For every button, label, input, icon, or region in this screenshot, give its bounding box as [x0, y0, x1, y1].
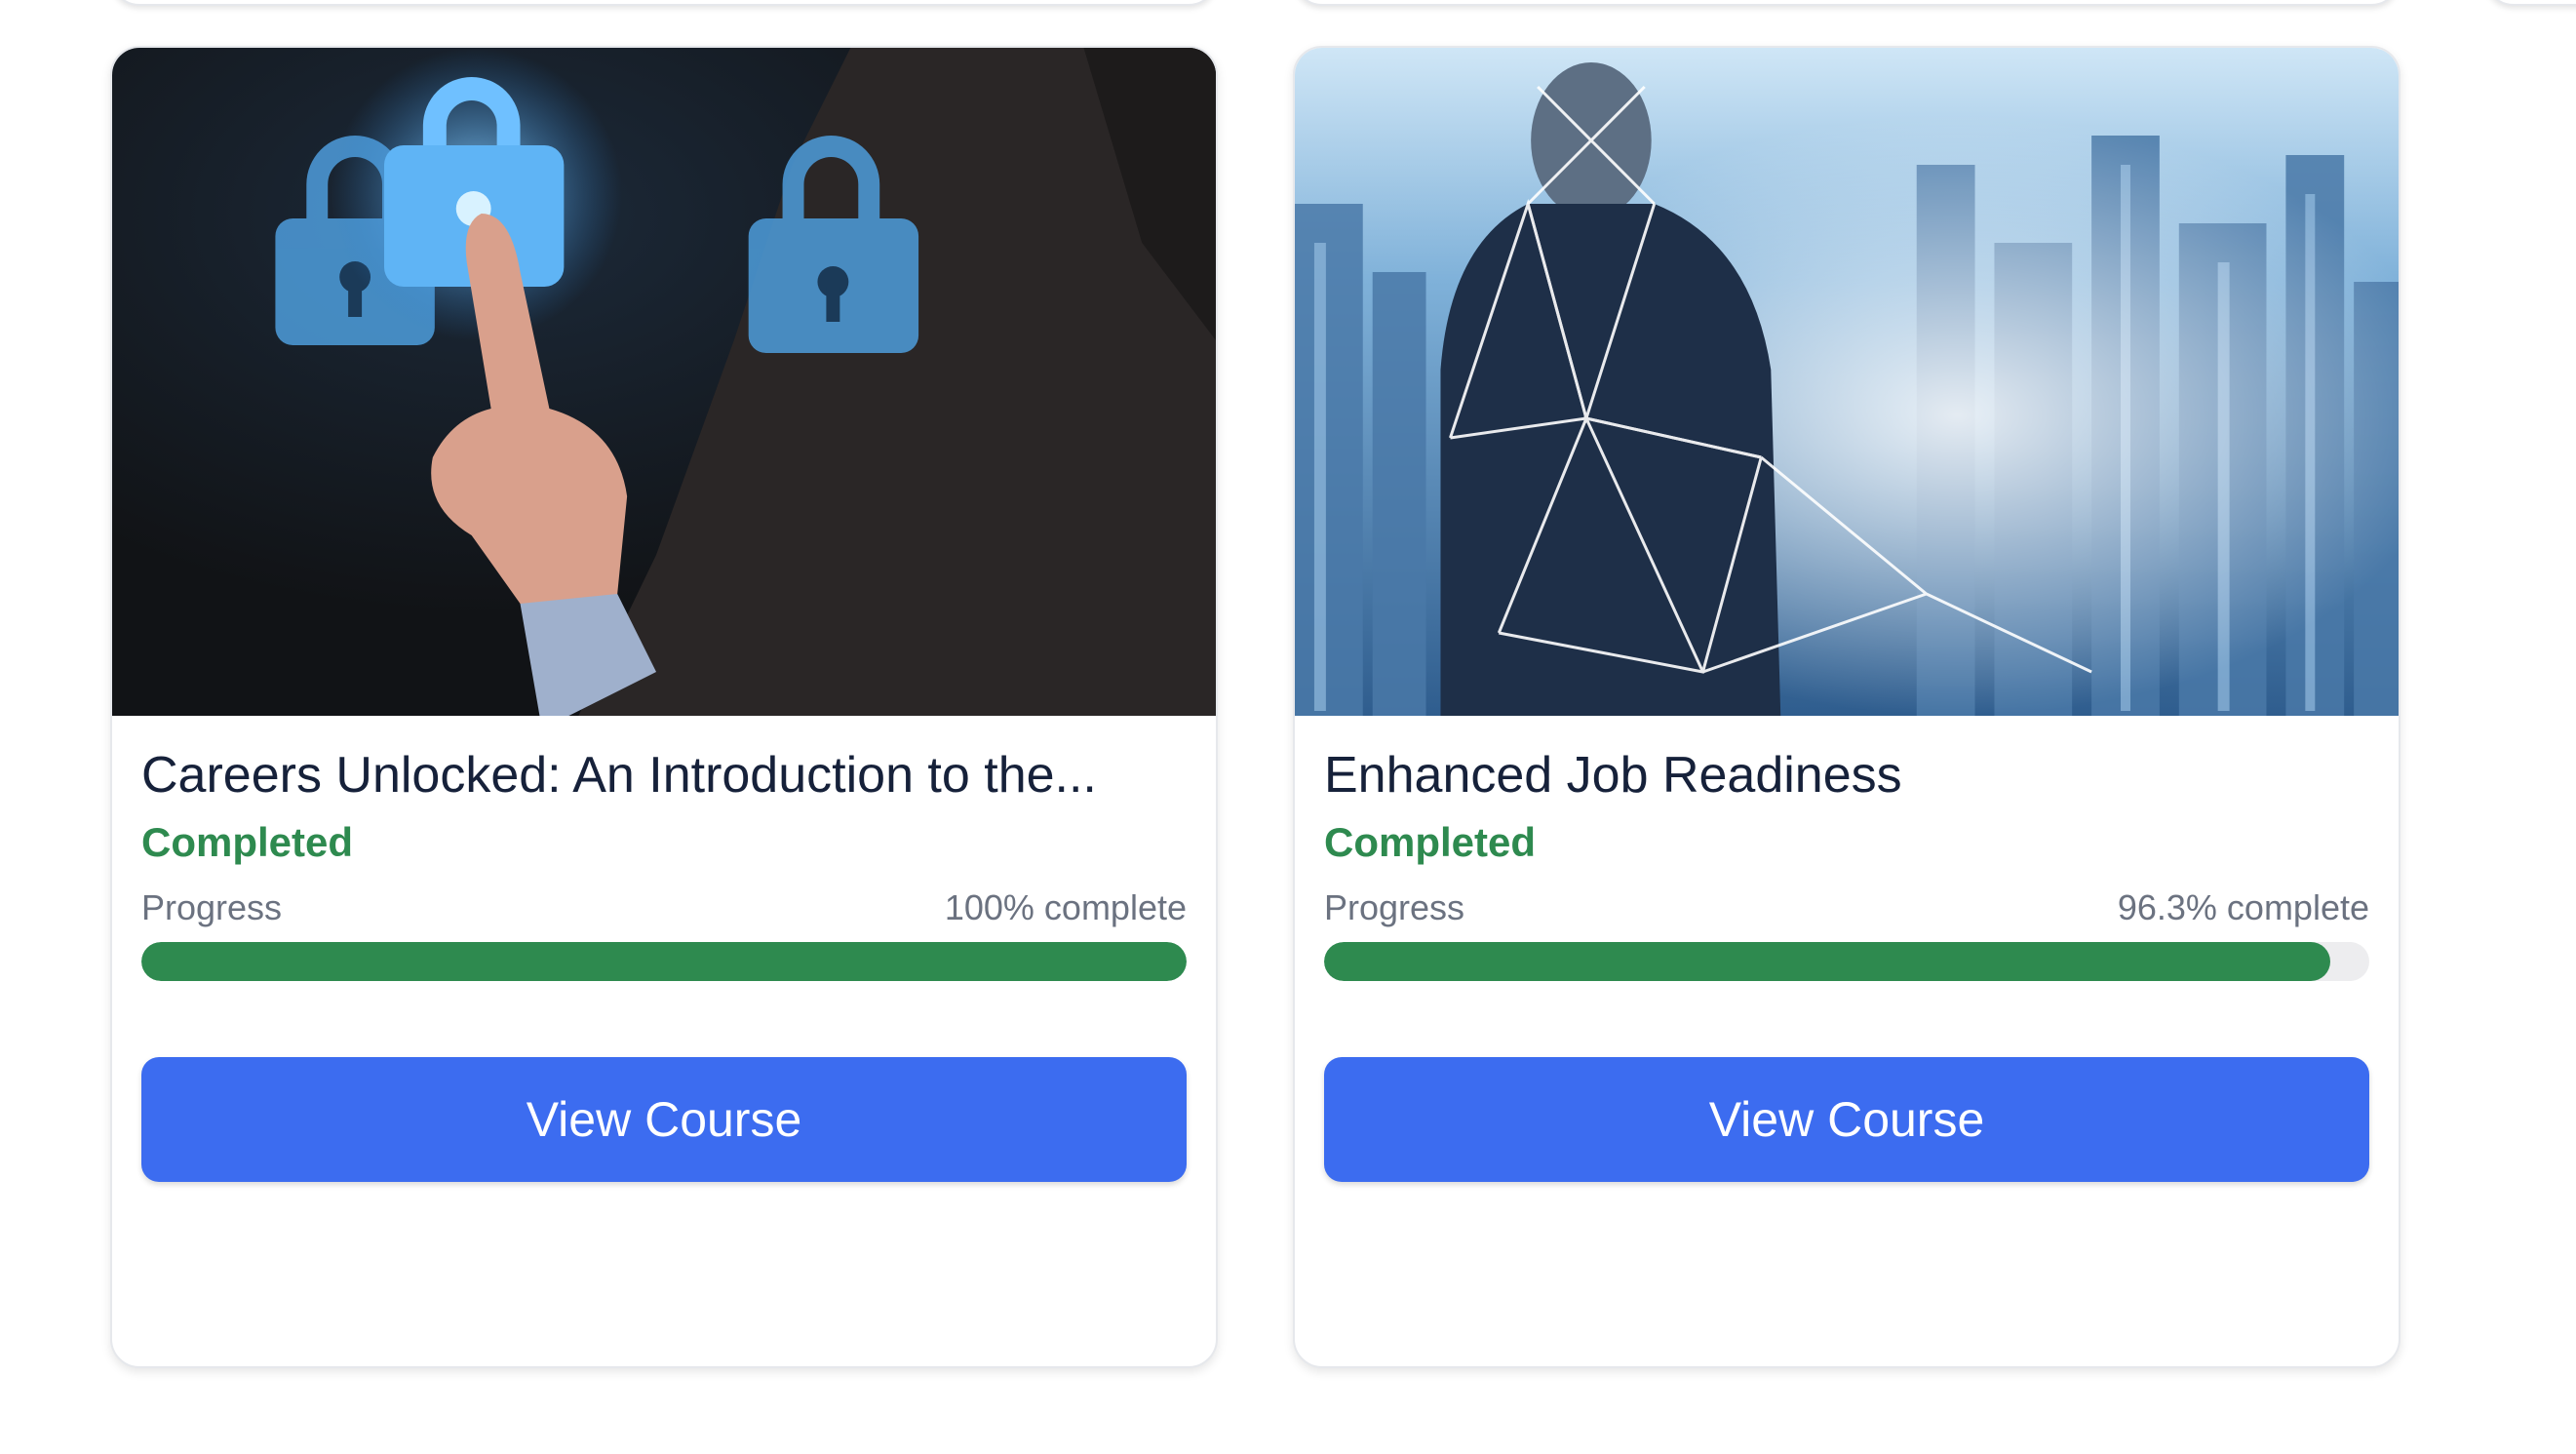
course-card: Enhanced Job Readiness Completed Progres…	[1293, 46, 2400, 1368]
progress-bar	[141, 942, 1187, 981]
progress-bar-fill	[141, 942, 1187, 981]
course-thumbnail-lock-hand	[112, 48, 1216, 716]
course-title: Enhanced Job Readiness	[1324, 747, 1902, 804]
progress-label: Progress	[141, 887, 283, 927]
view-course-button[interactable]: View Course	[141, 1057, 1187, 1182]
course-card-partial	[2484, 0, 2576, 6]
progress-bar-fill	[1324, 942, 2331, 981]
course-card: Careers Unlocked: An Introduction to the…	[110, 46, 1218, 1368]
course-title: Careers Unlocked: An Introduction to the…	[141, 747, 1097, 804]
status-badge: Completed	[141, 819, 354, 865]
progress-percent: 100% complete	[944, 887, 1187, 927]
course-card-partial	[1293, 0, 2400, 6]
progress-row: Progress 96.3% complete	[1324, 885, 2369, 930]
view-course-button[interactable]: View Course	[1324, 1057, 2369, 1182]
progress-label: Progress	[1324, 887, 1465, 927]
progress-bar	[1324, 942, 2369, 981]
progress-row: Progress 100% complete	[141, 885, 1187, 930]
course-grid: Careers Unlocked: An Introduction to the…	[0, 0, 2576, 1454]
course-thumbnail-city-network	[1295, 48, 2399, 716]
course-card-partial	[110, 0, 1218, 6]
progress-percent: 96.3% complete	[2117, 887, 2369, 927]
status-badge: Completed	[1324, 819, 1537, 865]
